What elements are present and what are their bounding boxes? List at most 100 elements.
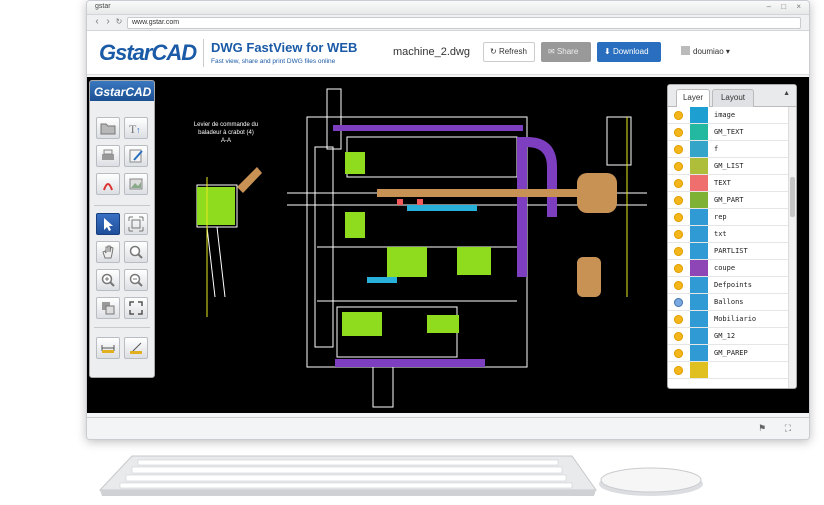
layer-color-swatch[interactable] — [690, 226, 708, 242]
download-icon: ⬇ — [604, 47, 613, 56]
share-icon: ✉ — [548, 47, 557, 56]
header-divider — [203, 39, 204, 67]
collapse-icon[interactable]: ▲ — [783, 90, 790, 97]
layer-name: f — [714, 145, 719, 153]
lightbulb-icon[interactable] — [674, 145, 683, 154]
window-controls[interactable]: – □ × — [767, 2, 805, 11]
print-icon[interactable] — [96, 145, 120, 167]
layer-name: txt — [714, 230, 727, 238]
lightbulb-icon[interactable] — [674, 315, 683, 324]
layer-color-swatch[interactable] — [690, 243, 708, 259]
lightbulb-icon[interactable] — [674, 366, 683, 375]
layer-color-swatch[interactable] — [690, 311, 708, 327]
layer-color-swatch[interactable] — [690, 260, 708, 276]
user-menu[interactable]: doumiao ▾ — [681, 46, 730, 56]
refresh-button[interactable]: ↻ Refresh — [483, 42, 535, 62]
zoom-in-icon[interactable] — [96, 269, 120, 291]
lightbulb-icon[interactable] — [674, 298, 683, 307]
layer-row[interactable]: GM_12 — [668, 328, 788, 345]
layer-color-swatch[interactable] — [690, 362, 708, 378]
layer-row[interactable]: GM_TEXT — [668, 124, 788, 141]
layer-row[interactable] — [668, 362, 788, 379]
layer-color-swatch[interactable] — [690, 294, 708, 310]
layer-row[interactable]: coupe — [668, 260, 788, 277]
zoom-window-icon[interactable] — [96, 297, 120, 319]
annotation-line-1: Levier de commande du — [193, 122, 259, 128]
layer-row[interactable]: GM_LIST — [668, 158, 788, 175]
zoom-realtime-icon[interactable] — [124, 241, 148, 263]
layer-name: TEXT — [714, 179, 731, 187]
pdf-export-icon[interactable] — [96, 173, 120, 195]
layer-row[interactable]: GM_PAREP — [668, 345, 788, 362]
reload-icon[interactable]: ↻ — [113, 17, 125, 26]
lightbulb-icon[interactable] — [674, 264, 683, 273]
address-bar[interactable]: www.gstar.com — [127, 17, 801, 29]
layer-row[interactable]: rep — [668, 209, 788, 226]
lightbulb-icon[interactable] — [674, 247, 683, 256]
layer-row[interactable]: TEXT — [668, 175, 788, 192]
layer-color-swatch[interactable] — [690, 209, 708, 225]
text-size-icon[interactable]: T ↑ — [124, 117, 148, 139]
layer-color-swatch[interactable] — [690, 277, 708, 293]
layer-row[interactable]: Defpoints — [668, 277, 788, 294]
lightbulb-icon[interactable] — [674, 332, 683, 341]
share-label: Share — [556, 47, 579, 56]
layer-row[interactable]: image — [668, 107, 788, 124]
scrollbar-thumb[interactable] — [790, 177, 795, 217]
lightbulb-icon[interactable] — [674, 162, 683, 171]
browser-tab[interactable]: gstar — [95, 3, 111, 10]
layer-color-swatch[interactable] — [690, 328, 708, 344]
tab-layer[interactable]: Layer — [676, 89, 710, 107]
zoom-extents-icon[interactable] — [124, 213, 148, 235]
lightbulb-icon[interactable] — [674, 230, 683, 239]
layer-color-swatch[interactable] — [690, 141, 708, 157]
logo-gstar: Gstar — [99, 40, 152, 65]
status-icons[interactable]: ⚑ ⛶ — [758, 423, 799, 434]
layer-row[interactable]: Mobiliario — [668, 311, 788, 328]
layer-row[interactable]: txt — [668, 226, 788, 243]
tab-layout[interactable]: Layout — [712, 89, 754, 107]
layer-color-swatch[interactable] — [690, 345, 708, 361]
lightbulb-icon[interactable] — [674, 196, 683, 205]
download-label: Download — [612, 47, 649, 56]
layer-color-swatch[interactable] — [690, 192, 708, 208]
zoom-out-icon[interactable] — [124, 269, 148, 291]
image-export-icon[interactable] — [124, 173, 148, 195]
layer-color-swatch[interactable] — [690, 175, 708, 191]
browser-titlebar: gstar – □ × — [87, 1, 809, 15]
layer-color-swatch[interactable] — [690, 158, 708, 174]
layer-name: Defpoints — [714, 281, 752, 289]
drawing-canvas[interactable]: Levier de commande du baladeur à crabot … — [87, 77, 809, 413]
open-folder-icon[interactable] — [96, 117, 120, 139]
lightbulb-icon[interactable] — [674, 349, 683, 358]
gstarcad-logo: GstarCAD — [99, 40, 197, 65]
edit-markup-icon[interactable] — [124, 145, 148, 167]
download-button[interactable]: ⬇ Download — [597, 42, 661, 62]
layer-row[interactable]: GM_PART — [668, 192, 788, 209]
layer-row[interactable]: PARTLIST — [668, 243, 788, 260]
lightbulb-icon[interactable] — [674, 281, 683, 290]
layer-row[interactable]: Ballons — [668, 294, 788, 311]
drawing-annotation: Levier de commande du baladeur à crabot … — [191, 121, 261, 145]
layer-name: GM_TEXT — [714, 128, 744, 136]
layer-color-swatch[interactable] — [690, 124, 708, 140]
fullscreen-icon[interactable] — [124, 297, 148, 319]
measure-area-icon[interactable] — [124, 337, 148, 359]
layer-color-swatch[interactable] — [690, 107, 708, 123]
share-button[interactable]: ✉ Share — [541, 42, 591, 62]
status-bar: ⚑ ⛶ — [87, 417, 809, 439]
select-cursor-icon[interactable] — [96, 213, 120, 235]
layer-row[interactable]: f — [668, 141, 788, 158]
pan-hand-icon[interactable] — [96, 241, 120, 263]
annotation-line-3: A-A — [220, 138, 231, 144]
measure-distance-icon[interactable] — [96, 337, 120, 359]
layer-scrollbar[interactable] — [788, 107, 796, 388]
layer-name: GM_12 — [714, 332, 736, 340]
layer-name: coupe — [714, 264, 736, 272]
lightbulb-icon[interactable] — [674, 111, 683, 120]
lightbulb-icon[interactable] — [674, 213, 683, 222]
layer-name: image — [714, 111, 736, 119]
lightbulb-icon[interactable] — [674, 179, 683, 188]
toolbar-divider — [94, 205, 150, 206]
lightbulb-icon[interactable] — [674, 128, 683, 137]
